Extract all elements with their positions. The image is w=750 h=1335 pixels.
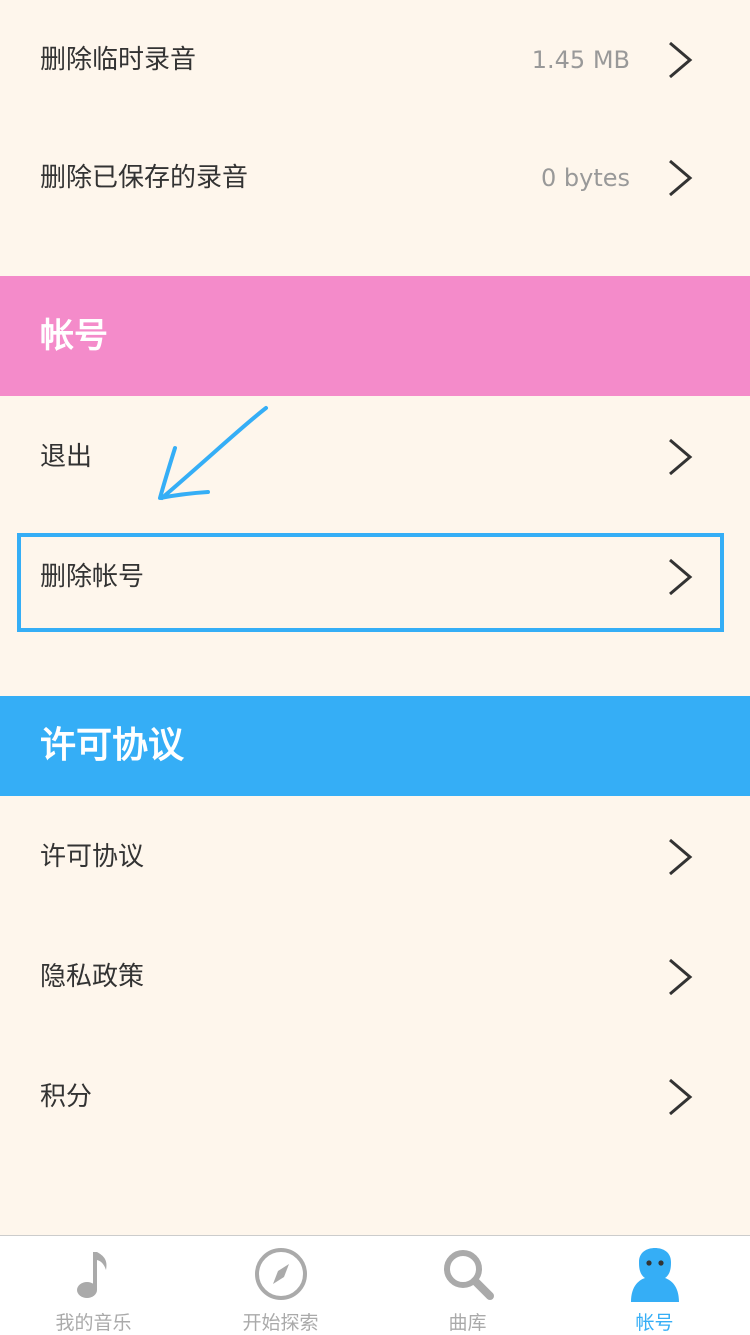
chevron-right-icon	[669, 438, 693, 476]
delete-temp-recordings-row[interactable]: 删除临时录音 1.45 MB	[0, 0, 750, 120]
search-icon	[444, 1250, 494, 1300]
delete-saved-recordings-row[interactable]: 删除已保存的录音 0 bytes	[0, 118, 750, 238]
chevron-right-icon	[669, 159, 693, 197]
chevron-right-icon	[669, 958, 693, 996]
saved-recordings-size: 0 bytes	[540, 164, 630, 192]
tab-library-label: 曲库	[448, 1312, 487, 1334]
chevron-right-icon	[669, 1078, 693, 1116]
compass-icon	[255, 1248, 307, 1300]
chevron-right-icon	[669, 838, 693, 876]
credits-label: 积分	[40, 1082, 93, 1112]
tab-account[interactable]: 帐号	[561, 1236, 748, 1335]
credits-row[interactable]: 积分	[0, 1037, 750, 1157]
tab-explore[interactable]: 开始探索	[187, 1236, 374, 1335]
delete-saved-recordings-label: 删除已保存的录音	[40, 163, 249, 193]
annotation-arrow-icon	[158, 406, 268, 500]
tab-my-music-label: 我的音乐	[55, 1312, 132, 1334]
privacy-policy-row[interactable]: 隐私政策	[0, 917, 750, 1037]
music-note-icon	[77, 1252, 107, 1298]
temp-recordings-size: 1.45 MB	[531, 46, 630, 74]
bottom-tab-bar: 我的音乐 开始探索 曲库 帐号	[0, 1235, 750, 1335]
account-section-header: 帐号	[0, 276, 750, 396]
license-agreement-row[interactable]: 许可协议	[0, 797, 750, 917]
tab-my-music[interactable]: 我的音乐	[0, 1236, 187, 1335]
license-section-title: 许可协议	[40, 725, 185, 766]
tab-explore-label: 开始探索	[242, 1312, 319, 1334]
tab-account-label: 帐号	[635, 1312, 674, 1334]
license-section-header: 许可协议	[0, 696, 750, 796]
privacy-policy-label: 隐私政策	[40, 962, 145, 992]
tab-library[interactable]: 曲库	[374, 1236, 561, 1335]
chevron-right-icon	[669, 41, 693, 79]
license-agreement-label: 许可协议	[40, 842, 145, 872]
account-section-title: 帐号	[40, 316, 108, 356]
delete-temp-recordings-label: 删除临时录音	[40, 45, 197, 75]
account-person-icon	[631, 1248, 679, 1302]
logout-label: 退出	[40, 442, 93, 472]
logout-row[interactable]: 退出	[0, 397, 750, 517]
highlight-annotation-box	[17, 533, 724, 632]
